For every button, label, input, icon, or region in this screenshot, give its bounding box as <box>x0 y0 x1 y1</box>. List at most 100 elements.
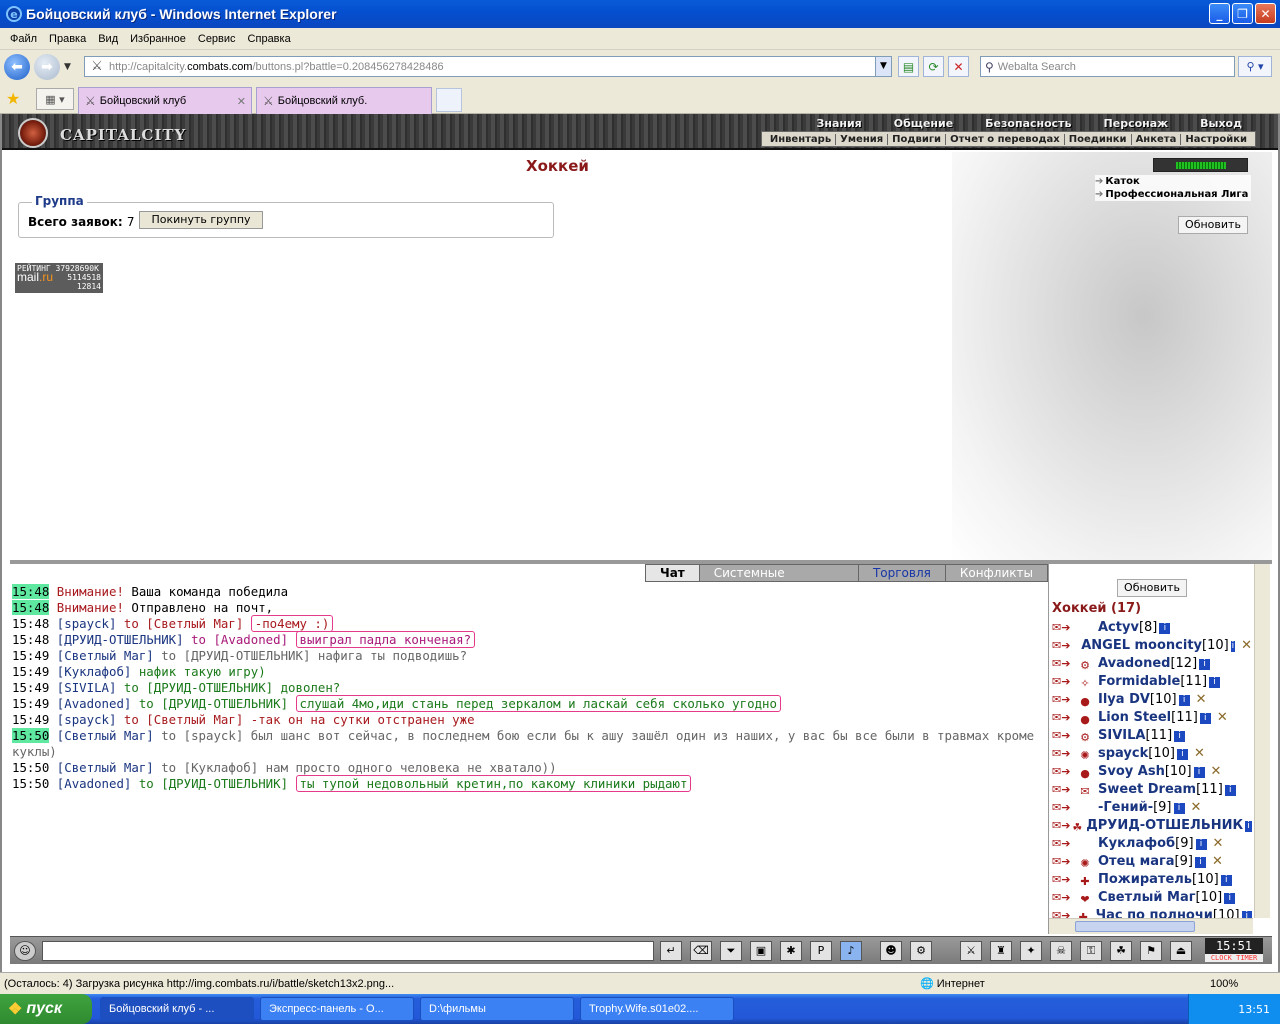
chat-timestamp[interactable]: 15:49 <box>12 712 49 727</box>
chat-sender[interactable]: [ДРУИД-ОТШЕЛЬНИК] <box>57 632 184 647</box>
clock-timer[interactable]: 15:51 CLOCK TIMER <box>1205 938 1263 962</box>
info-icon[interactable]: i <box>1159 622 1171 634</box>
chat-sender[interactable]: [Avadoned] <box>57 776 132 791</box>
private-message-icon[interactable]: ✉➔ <box>1052 673 1074 691</box>
private-message-icon[interactable]: ✉➔ <box>1052 871 1074 889</box>
attack-icon[interactable]: ⚔ <box>960 941 982 961</box>
filter-icon[interactable]: ⏷ <box>720 941 742 961</box>
private-message-icon[interactable]: ✉➔ <box>1052 799 1074 817</box>
info-icon[interactable]: i <box>1173 802 1185 814</box>
task-video[interactable]: Trophy.Wife.s01e02.... <box>580 997 734 1021</box>
lock-icon[interactable]: ⚿ <box>1080 941 1102 961</box>
user-name[interactable]: Светлый Маг <box>1098 889 1196 907</box>
private-message-icon[interactable]: ✉➔ <box>1052 835 1074 853</box>
user-name[interactable]: Lion Steel <box>1098 709 1171 727</box>
nav-communication[interactable]: Общение <box>878 117 969 130</box>
menu-edit[interactable]: Правка <box>43 33 92 45</box>
history-dropdown-icon[interactable]: ▼ <box>64 62 71 72</box>
quick-tabs-button[interactable]: ▦ ▾ <box>36 88 74 110</box>
task-combats[interactable]: Бойцовский клуб - ... <box>100 997 254 1021</box>
user-name[interactable]: Actyv <box>1098 619 1139 637</box>
chat-timestamp[interactable]: 15:48 <box>12 584 50 599</box>
flag-icon[interactable]: ⚑ <box>1140 941 1162 961</box>
forward-button[interactable]: ➡ <box>34 54 60 80</box>
start-button[interactable]: ❖ пуск <box>0 994 92 1024</box>
menu-file[interactable]: Файл <box>4 33 43 45</box>
nav-inventory[interactable]: Инвентарь <box>766 133 837 145</box>
address-bar[interactable]: ⚔ http://capitalcity.combats.com/buttons… <box>84 56 892 77</box>
chat-timestamp[interactable]: 15:50 <box>12 728 50 743</box>
info-icon[interactable]: i <box>1194 856 1206 868</box>
nav-profile[interactable]: Анкета <box>1132 133 1182 145</box>
menu-tools[interactable]: Сервис <box>192 33 242 45</box>
minimize-button[interactable]: _ <box>1209 3 1230 24</box>
gear-icon[interactable]: ⚙ <box>910 941 932 961</box>
private-message-icon[interactable]: ✉➔ <box>1052 817 1070 835</box>
info-icon[interactable]: i <box>1230 640 1236 652</box>
chat-sender[interactable]: [Светлый Маг] <box>57 760 154 775</box>
private-message-icon[interactable]: ✉➔ <box>1052 691 1074 709</box>
info-icon[interactable]: i <box>1193 766 1205 778</box>
chat-timestamp[interactable]: 15:50 <box>12 776 49 791</box>
maximize-button[interactable]: ❐ <box>1232 3 1253 24</box>
address-dropdown-icon[interactable]: ▼ <box>875 57 891 76</box>
leave-group-button[interactable]: Покинуть группу <box>139 211 263 229</box>
private-message-icon[interactable]: ✉➔ <box>1052 853 1074 871</box>
task-opera[interactable]: Экспресс-панель - О... <box>260 997 414 1021</box>
nav-settings[interactable]: Настройки <box>1181 134 1251 145</box>
chat-timestamp[interactable]: 15:49 <box>12 696 49 711</box>
tab-trade[interactable]: Торговля <box>857 564 946 582</box>
stop-icon[interactable]: ✕ <box>948 56 969 77</box>
user-name[interactable]: Ilya DV <box>1098 691 1150 709</box>
task-folder[interactable]: D:\фильмы <box>420 997 574 1021</box>
close-window-button[interactable]: ✕ <box>1255 3 1276 24</box>
nav-exit[interactable]: Выход <box>1184 117 1258 130</box>
chat-timestamp[interactable]: 15:49 <box>12 664 49 679</box>
emoticon-icon[interactable]: ☻ <box>880 941 902 961</box>
info-icon[interactable]: i <box>1209 676 1221 688</box>
info-icon[interactable]: i <box>1195 838 1207 850</box>
nav-security[interactable]: Безопасность <box>969 117 1087 130</box>
user-name[interactable]: Пожиратель <box>1098 871 1192 889</box>
user-name[interactable]: Sweet Dream <box>1098 781 1196 799</box>
chat-timestamp[interactable]: 15:48 <box>12 600 50 615</box>
nav-transfer-report[interactable]: Отчет о переводах <box>946 133 1065 145</box>
info-icon[interactable]: i <box>1224 892 1236 904</box>
chat-sender[interactable]: [SIVILA] <box>57 680 117 695</box>
private-message-icon[interactable]: ✉➔ <box>1052 655 1074 673</box>
bag-icon[interactable]: ♜ <box>990 941 1012 961</box>
chat-timestamp[interactable]: 15:48 <box>12 632 49 647</box>
chat-timestamp[interactable]: 15:49 <box>12 680 49 695</box>
smiles-icon[interactable]: ☺ <box>14 941 36 961</box>
private-icon[interactable]: P <box>810 941 832 961</box>
user-name[interactable]: Отец мага <box>1098 853 1175 871</box>
info-icon[interactable]: i <box>1224 784 1236 796</box>
userlist-refresh-button[interactable]: Обновить <box>1117 579 1187 597</box>
info-icon[interactable]: i <box>1220 874 1232 886</box>
chat-timestamp[interactable]: 15:48 <box>12 616 49 631</box>
tab-conflicts[interactable]: Конфликты <box>944 564 1048 582</box>
tab-combats-2[interactable]: ⚔ Бойцовский клуб. <box>256 87 432 114</box>
chat-sender[interactable]: [Светлый Маг] <box>57 728 154 743</box>
tab-combats-1[interactable]: ⚔ Бойцовский клуб ✕ <box>78 87 252 114</box>
private-message-icon[interactable]: ✉➔ <box>1052 727 1074 745</box>
refresh-button[interactable]: Обновить <box>1178 216 1248 234</box>
user-name[interactable]: SIVILA <box>1098 727 1145 745</box>
menu-help[interactable]: Справка <box>242 33 297 45</box>
nav-character[interactable]: Персонаж <box>1088 117 1185 130</box>
sound-icon[interactable]: ♪ <box>840 941 862 961</box>
new-tab-button[interactable] <box>436 88 462 112</box>
chat-sender[interactable]: [Куклафоб] <box>57 664 132 679</box>
search-box[interactable]: ⚲ Webalta Search <box>980 56 1235 77</box>
link-rink[interactable]: Каток <box>1095 175 1251 188</box>
person-icon[interactable]: ✱ <box>780 941 802 961</box>
nav-knowledge[interactable]: Знания <box>801 117 878 130</box>
compat-view-icon[interactable]: ▤ <box>898 56 919 77</box>
user-name[interactable]: ANGEL mooncity <box>1081 637 1202 655</box>
mailru-rating-counter[interactable]: РЕЙТИНГ 37928690К mail.ru 5114518 12814 <box>15 263 103 293</box>
info-icon[interactable]: i <box>1245 820 1252 832</box>
private-message-icon[interactable]: ✉➔ <box>1052 745 1074 763</box>
menu-favorites[interactable]: Избранное <box>124 33 192 45</box>
friends-icon[interactable]: ☘ <box>1110 941 1132 961</box>
skull-icon[interactable]: ☠ <box>1050 941 1072 961</box>
